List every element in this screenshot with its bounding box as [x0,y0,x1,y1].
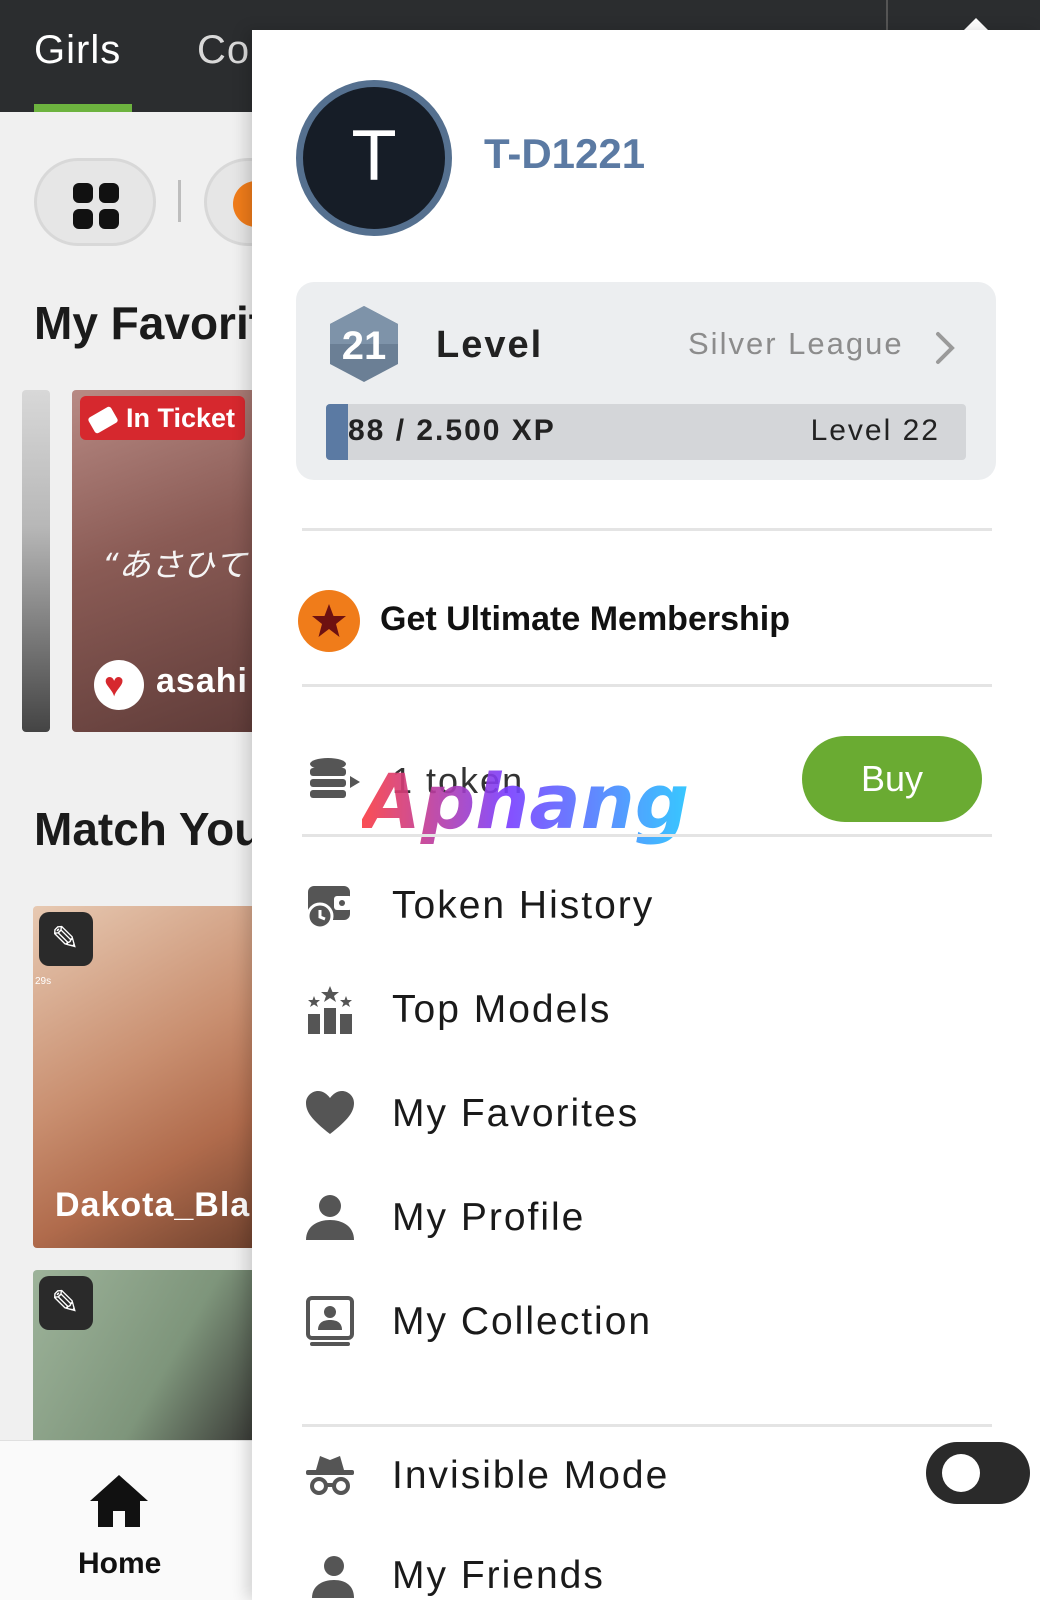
active-tab-indicator [34,104,132,112]
in-ticket-label: In Ticket [126,403,236,433]
grid-icon [73,183,121,231]
heart-icon[interactable] [94,660,144,710]
menu-item-label: My Profile [392,1196,586,1239]
model-name: Dakota_Bla [55,1186,251,1224]
divider [302,834,992,837]
menu-item-top-models[interactable]: Top Models [292,964,992,1054]
level-label: Level [436,324,544,366]
menu-item-label: Top Models [392,988,612,1031]
favorites-section-title: My Favorit [34,297,265,349]
menu-item-token-history[interactable]: Token History [292,860,992,950]
tab-girls[interactable]: Girls [34,28,121,73]
coins-stack-icon [310,758,360,798]
model-quote: “あさひて [102,546,247,584]
grid-view-button[interactable] [34,158,156,246]
menu-item-my-favorites[interactable]: My Favorites [292,1068,992,1158]
avatar-initial: T [353,118,395,197]
match-card[interactable] [33,1270,273,1450]
toggle-knob [942,1454,980,1492]
xp-progress-fill [326,404,348,460]
filter-separator [178,180,181,222]
menu-item-my-profile[interactable]: My Profile [292,1172,992,1262]
divider [302,528,992,531]
favorite-card[interactable]: In Ticket “あさひて asahi [72,390,272,732]
timer-label: 29s [35,976,52,987]
level-number: 21 [341,324,387,368]
interactive-toy-icon [39,912,93,966]
model-name: asahi [156,662,248,700]
xp-progress-bar: 88 / 2.500 XP Level 22 [326,404,966,460]
friends-icon [312,1556,354,1598]
podium-stars-icon [308,986,352,1034]
interactive-toy-icon [39,1276,93,1330]
menu-item-label: Token History [392,884,655,927]
spy-incognito-icon [306,1456,354,1495]
watermark-logo: Aphang [362,757,689,846]
account-drawer: T T-D1221 21 Level Silver League 88 / 2.… [252,30,1040,1600]
ultimate-star-icon[interactable] [298,590,360,652]
wallet-clock-icon [306,886,352,930]
chevron-right-icon[interactable] [930,328,960,368]
divider [302,1424,992,1427]
heart-icon [306,1091,354,1134]
league-label[interactable]: Silver League [688,326,904,362]
menu-item-my-friends[interactable]: My Friends [292,1530,992,1600]
menu-item-label: My Collection [392,1300,653,1343]
username[interactable]: T-D1221 [484,130,645,178]
menu-item-invisible-mode[interactable]: Invisible Mode [292,1430,1030,1520]
menu-item-label: My Friends [392,1554,605,1597]
match-card[interactable]: 29s Dakota_Bla [33,906,273,1248]
person-icon [306,1195,354,1240]
buy-tokens-button[interactable]: Buy [802,736,982,822]
divider [302,684,992,687]
invisible-mode-toggle[interactable] [926,1442,1030,1504]
menu-item-label: My Favorites [392,1092,640,1135]
svg-text:Aphang: Aphang [362,757,689,846]
home-nav-label[interactable]: Home [78,1547,161,1581]
match-section-title: Match You [34,803,263,855]
next-level-label: Level 22 [810,414,940,447]
in-ticket-badge: In Ticket [80,396,246,440]
menu-item-my-collection[interactable]: My Collection [292,1276,992,1366]
tab-couples[interactable]: Co [197,28,250,73]
level-card[interactable]: 21 Level Silver League 88 / 2.500 XP Lev… [296,282,996,480]
avatar[interactable]: T [296,80,452,236]
favorite-card-partial[interactable] [22,390,50,732]
topbar-divider [886,0,888,30]
ticket-icon [87,405,119,435]
menu-item-label: Invisible Mode [392,1454,670,1497]
ultimate-membership-link[interactable]: Get Ultimate Membership [380,600,790,639]
home-icon[interactable] [88,1473,150,1529]
portrait-frame-icon [306,1296,354,1346]
xp-text: 88 / 2.500 XP [348,414,556,447]
